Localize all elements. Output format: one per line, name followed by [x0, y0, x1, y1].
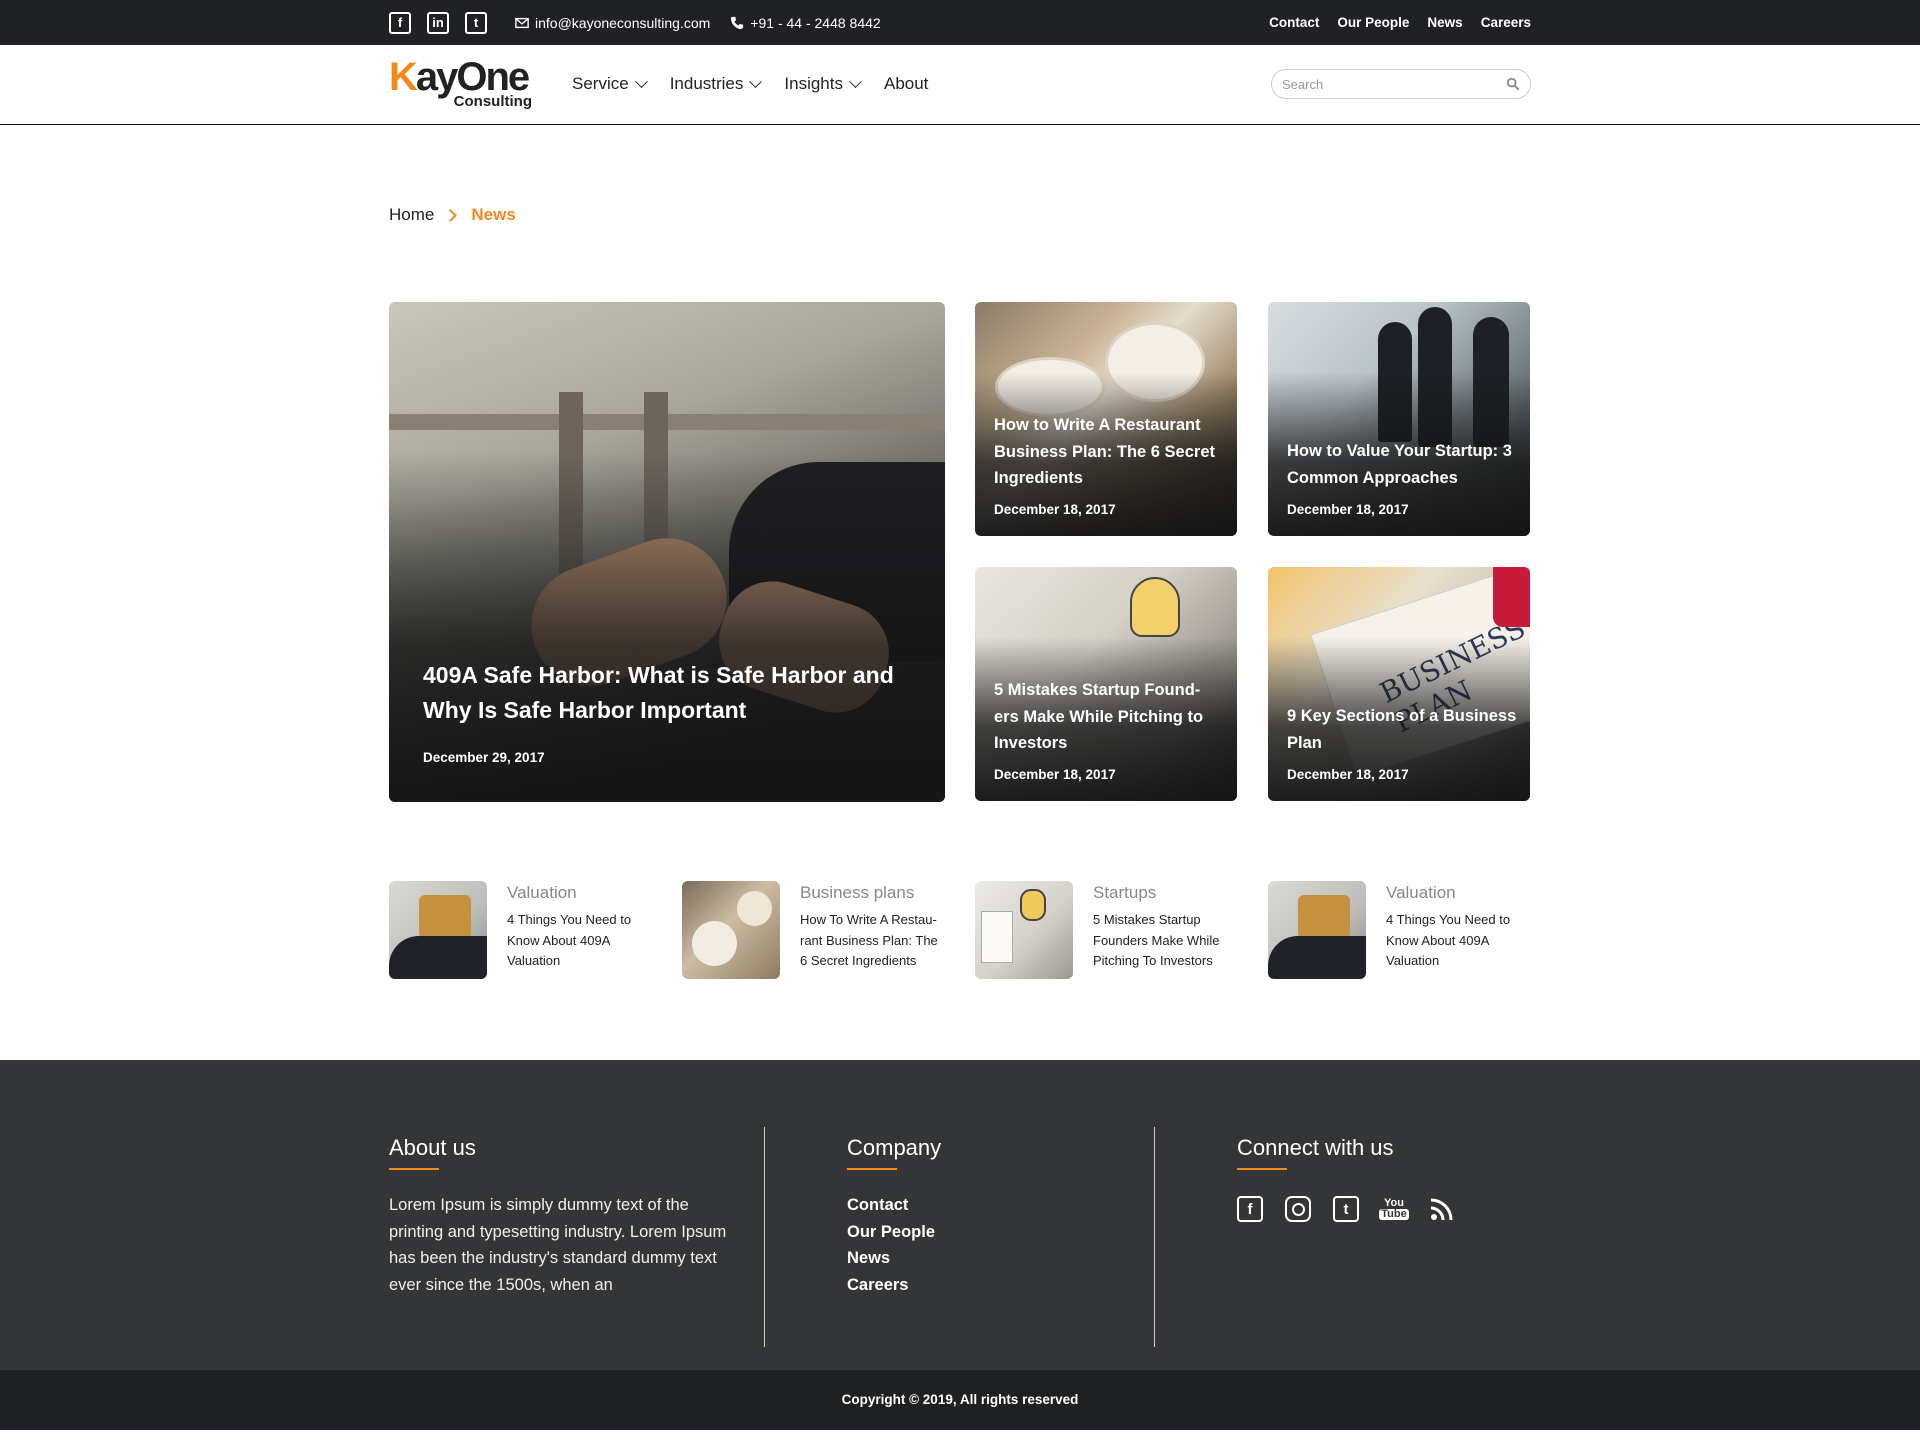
- mini-post[interactable]: Valuation 4 Things You Need to Know Abou…: [1268, 881, 1533, 981]
- nav-about-label: About: [883, 74, 929, 93]
- article-card[interactable]: 5 Mistakes Startup Found-ers Make While …: [975, 567, 1237, 801]
- search-box: [1271, 69, 1531, 99]
- post-thumbnail: [1268, 881, 1366, 979]
- copyright-bar: Copyright © 2019, All rights reserved: [0, 1370, 1920, 1430]
- breadcrumb-current: News: [471, 205, 516, 224]
- chevron-down-icon: [634, 74, 648, 88]
- phone-contact[interactable]: +91 - 44 - 2448 8442: [730, 14, 881, 31]
- post-title: How To Write A Restau-rant Business Plan…: [800, 912, 938, 968]
- post-category: Valuation: [507, 883, 577, 902]
- article-card-title: 9 Key Sections of a Business Plan: [1287, 707, 1517, 752]
- search-input[interactable]: [1282, 76, 1506, 92]
- twitter-icon[interactable]: t: [1333, 1196, 1359, 1222]
- logo-subtitle: Consulting: [453, 93, 532, 110]
- article-card-date: December 18, 2017: [1287, 502, 1409, 517]
- twitter-icon[interactable]: t: [465, 11, 487, 34]
- article-card[interactable]: How to Value Your Startup: 3 Common Appr…: [1268, 302, 1530, 536]
- main-header: KayOne Consulting Service Industries Ins…: [0, 45, 1920, 125]
- post-thumbnail: [975, 881, 1073, 979]
- site-logo[interactable]: KayOne Consulting: [389, 55, 534, 113]
- site-footer: About us Lorem Ipsum is simply dummy tex…: [0, 1060, 1920, 1370]
- search-icon[interactable]: [1506, 77, 1520, 91]
- email-text: info@kayoneconsulting.com: [535, 14, 711, 31]
- article-card-date: December 18, 2017: [994, 502, 1116, 517]
- article-card-date: December 18, 2017: [994, 767, 1116, 782]
- chevron-down-icon: [749, 74, 763, 88]
- nav-service[interactable]: Service: [572, 74, 648, 94]
- nav-about[interactable]: About: [884, 74, 928, 94]
- article-card-title: How to Value Your Startup: 3 Common Appr…: [1287, 442, 1512, 487]
- article-card-title: 5 Mistakes Startup Found-ers Make While …: [994, 681, 1204, 752]
- top-link-contact[interactable]: Contact: [1269, 15, 1319, 30]
- top-link-news[interactable]: News: [1427, 15, 1462, 30]
- phone-text: +91 - 44 - 2448 8442: [750, 14, 881, 31]
- article-card[interactable]: How to Write A Restaurant Business Plan:…: [975, 302, 1237, 536]
- envelope-icon: [515, 17, 529, 28]
- top-social-links: f in t: [389, 11, 487, 34]
- footer-link-careers[interactable]: Careers: [847, 1272, 941, 1299]
- top-link-our-people[interactable]: Our People: [1337, 15, 1409, 30]
- facebook-icon[interactable]: f: [1237, 1196, 1263, 1222]
- footer-link-contact[interactable]: Contact: [847, 1192, 941, 1219]
- copyright-text: Copyright © 2019, All rights reserved: [841, 1391, 1079, 1407]
- footer-social-links: f t You Tube: [1237, 1196, 1455, 1222]
- chevron-down-icon: [849, 74, 862, 88]
- facebook-icon[interactable]: f: [389, 11, 411, 34]
- footer-divider: [764, 1127, 765, 1347]
- post-category: Valuation: [1386, 883, 1456, 902]
- featured-date: December 29, 2017: [423, 750, 545, 765]
- breadcrumb-home[interactable]: Home: [389, 205, 434, 225]
- photo-cup: [1493, 567, 1530, 627]
- post-thumbnail: [389, 881, 487, 979]
- mini-post[interactable]: Business plans How To Write A Restau-ran…: [682, 881, 947, 981]
- youtube-icon[interactable]: You Tube: [1379, 1196, 1409, 1222]
- footer-connect-title: Connect with us: [1237, 1135, 1394, 1160]
- footer-divider: [1154, 1127, 1155, 1347]
- footer-about-title: About us: [389, 1135, 476, 1160]
- title-underline: [847, 1168, 897, 1170]
- top-link-careers[interactable]: Careers: [1481, 15, 1531, 30]
- title-underline: [389, 1168, 439, 1170]
- post-category: Business plans: [800, 883, 915, 902]
- article-card-date: December 18, 2017: [1287, 767, 1409, 782]
- email-contact[interactable]: info@kayoneconsulting.com: [515, 15, 710, 31]
- breadcrumb: Home News: [389, 205, 516, 225]
- footer-about-text: Lorem Ipsum is simply dummy text of the …: [389, 1196, 727, 1295]
- nav-industries[interactable]: Industries: [669, 74, 763, 94]
- mini-post[interactable]: Valuation 4 Things You Need to Know Abou…: [389, 881, 654, 981]
- nav-insights[interactable]: Insights: [784, 74, 862, 94]
- nav-industries-label: Industries: [669, 74, 744, 93]
- footer-company: Company Contact Our People News Careers: [847, 1135, 941, 1299]
- post-title: 5 Mistakes Startup Founders Make While P…: [1093, 912, 1220, 968]
- nav-insights-label: Insights: [784, 74, 843, 93]
- post-thumbnail: [682, 881, 780, 979]
- instagram-icon[interactable]: [1285, 1196, 1311, 1222]
- footer-about: About us Lorem Ipsum is simply dummy tex…: [389, 1135, 749, 1299]
- footer-company-title: Company: [847, 1135, 942, 1160]
- post-category: Startups: [1093, 883, 1157, 902]
- phone-icon: [731, 16, 744, 29]
- post-title: 4 Things You Need to Know About 409A Val…: [507, 912, 632, 968]
- chevron-right-icon: [444, 208, 458, 222]
- photo-lightbulb-sketch: [1130, 577, 1180, 637]
- main-nav: Service Industries Insights About: [572, 45, 928, 123]
- footer-connect: Connect with us f t You Tube: [1237, 1135, 1455, 1222]
- featured-title: 409A Safe Harbor: What is Safe Harbor an…: [423, 662, 894, 723]
- article-card[interactable]: BUSINESS PLAN 9 Key Sections of a Busine…: [1268, 567, 1530, 801]
- footer-link-our-people[interactable]: Our People: [847, 1219, 941, 1246]
- top-links: Contact Our People News Careers: [1269, 15, 1531, 30]
- linkedin-icon[interactable]: in: [427, 11, 449, 34]
- footer-link-news[interactable]: News: [847, 1245, 941, 1272]
- top-bar: f in t info@kayoneconsulting.com +91 - 4…: [0, 0, 1920, 45]
- article-card-title: How to Write A Restaurant Business Plan:…: [994, 416, 1216, 487]
- post-title: 4 Things You Need to Know About 409A Val…: [1386, 912, 1511, 968]
- featured-article-card[interactable]: 409A Safe Harbor: What is Safe Harbor an…: [389, 302, 945, 802]
- mini-post[interactable]: Startups 5 Mistakes Startup Founders Mak…: [975, 881, 1240, 981]
- rss-icon[interactable]: [1429, 1196, 1455, 1222]
- nav-service-label: Service: [572, 74, 629, 93]
- title-underline: [1237, 1168, 1287, 1170]
